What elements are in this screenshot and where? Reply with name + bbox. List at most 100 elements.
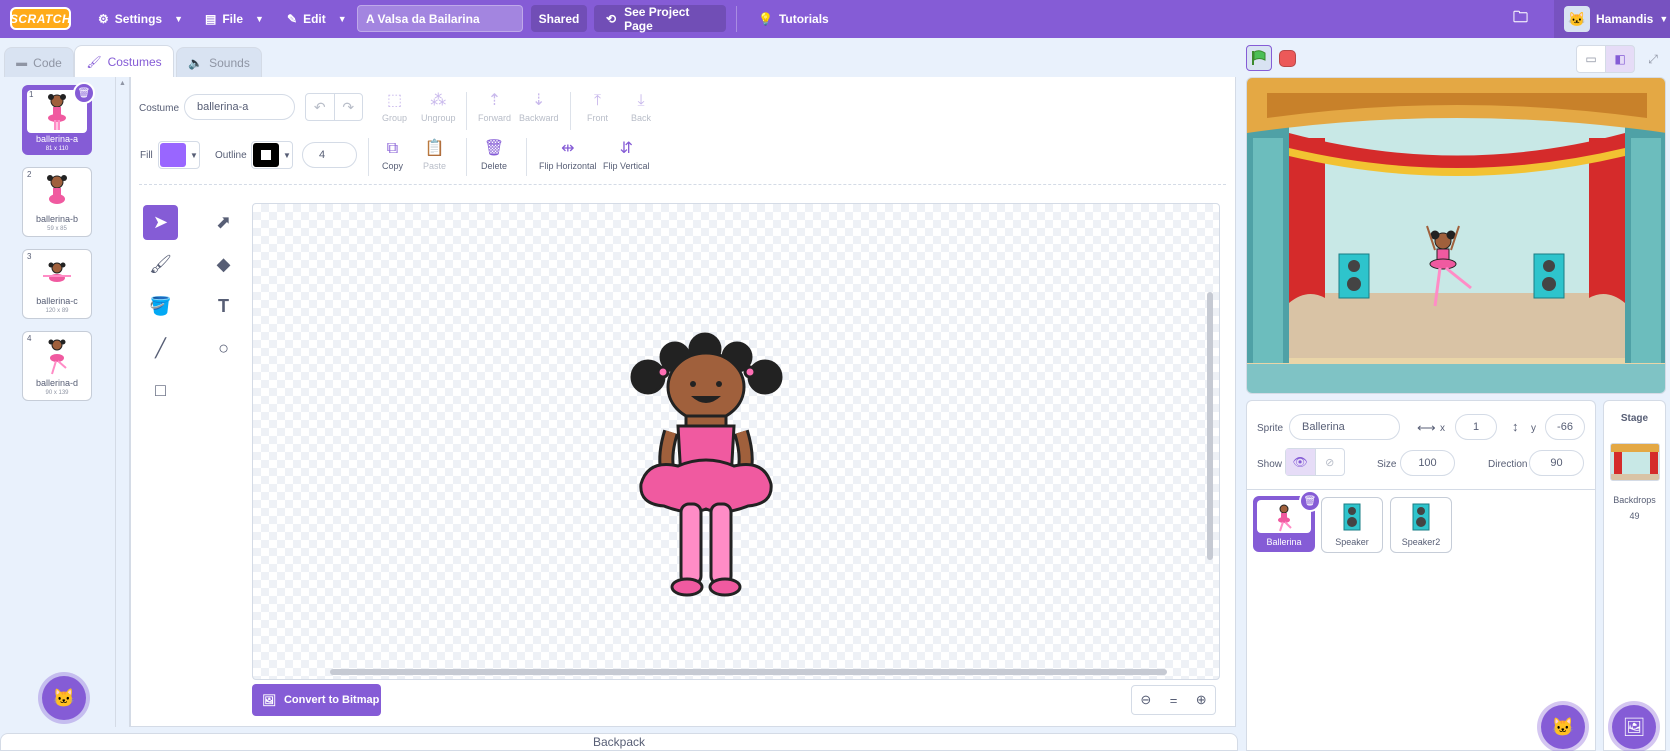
delete-label: Delete [481, 161, 508, 171]
y-input[interactable]: -66 [1545, 414, 1585, 440]
flip-horizontal-button[interactable]: ⇹ Flip Horizontal [539, 140, 597, 171]
shared-button[interactable]: Shared [531, 5, 587, 32]
sprite-tile-speaker[interactable]: Speaker [1321, 497, 1383, 553]
size-input[interactable]: 100 [1400, 450, 1455, 476]
chevron-down-icon: ▼ [255, 14, 264, 24]
costume-item-1[interactable]: 1 ballerina-a 81 x 110 🗑 [22, 82, 95, 155]
front-button[interactable]: ⤒ Front [587, 92, 608, 123]
costume-thumbnail [25, 334, 89, 377]
edit-label: Edit [303, 12, 326, 26]
paintbrush-icon: 🖌 [86, 54, 102, 69]
copy-icon: ⧉ [386, 140, 399, 157]
stage-selector-pane[interactable]: Stage Backdrops 49 [1603, 400, 1666, 751]
ballerina-costume-drawing[interactable] [253, 204, 1220, 680]
small-stage-icon: ▭ [1585, 52, 1597, 66]
x-input[interactable]: 1 [1455, 414, 1497, 440]
flip-vertical-button[interactable]: ⇵ Flip Vertical [603, 140, 650, 171]
file-menu[interactable]: ▤ File ▼ [205, 0, 264, 38]
remix-arrows-icon: ⟲ [606, 11, 617, 26]
zoom-in-icon[interactable]: ⊕ [1187, 686, 1215, 714]
flip-vertical-label: Flip Vertical [603, 161, 650, 171]
zoom-out-icon[interactable]: ⊖ [1132, 686, 1160, 714]
username: Hamandis [1596, 12, 1654, 26]
copy-button[interactable]: ⧉ Copy [382, 140, 403, 171]
sprite-name-input[interactable]: Ballerina [1289, 414, 1400, 440]
fill-color-picker[interactable]: ▼ [158, 141, 200, 169]
fullscreen-button[interactable]: ⤢ [1638, 45, 1668, 73]
sprite-info-panel: Sprite Ballerina ⟷ x 1 ↕ y -66 Show 👁 ⊘ … [1246, 400, 1596, 489]
flip-vertical-icon: ⇵ [619, 140, 633, 157]
select-tool[interactable]: ➤ [143, 205, 178, 240]
zoom-controls: ⊖ = ⊕ [1131, 685, 1216, 715]
brush-tool[interactable]: 🖌 [143, 247, 178, 282]
paste-button[interactable]: 📋 Paste [423, 140, 446, 171]
sprite-tile-speaker2[interactable]: Speaker2 [1390, 497, 1452, 553]
eraser-tool[interactable]: ◆ [206, 247, 241, 282]
ungroup-button[interactable]: ⁂ Ungroup [421, 92, 456, 123]
canvas-horizontal-scrollbar[interactable] [330, 669, 1167, 675]
tab-code[interactable]: ▬ Code [4, 47, 74, 77]
circle-icon: ○ [218, 338, 229, 358]
stage-canvas[interactable] [1246, 77, 1666, 394]
tab-sounds[interactable]: 🔈 Sounds [176, 47, 262, 77]
redo-icon[interactable]: ↷ [335, 94, 363, 120]
scratch-logo[interactable]: SCRATCH [10, 7, 71, 30]
costume-size: 59 x 85 [47, 226, 67, 232]
edit-menu[interactable]: ✎ Edit ▼ [287, 0, 347, 38]
paste-label: Paste [423, 161, 447, 171]
tutorials-button[interactable]: 💡 Tutorials [758, 0, 829, 38]
costume-name-input[interactable]: ballerina-a [184, 94, 295, 120]
backward-button[interactable]: ⇣ Backward [519, 92, 559, 123]
green-flag-button[interactable] [1246, 45, 1272, 71]
backpack[interactable]: Backpack [0, 733, 1238, 751]
choose-sprite-button[interactable]: 🐱 [1541, 705, 1585, 749]
costume-name: ballerina-a [35, 134, 79, 144]
rectangle-tool[interactable]: □ [143, 373, 178, 408]
tab-costumes-label: Costumes [107, 54, 162, 69]
show-eye-icon[interactable]: 👁 [1286, 449, 1316, 475]
tab-costumes[interactable]: 🖌 Costumes [74, 45, 174, 77]
canvas-vertical-scrollbar[interactable] [1207, 292, 1213, 560]
settings-menu[interactable]: ⚙ Settings ▼ [98, 0, 183, 38]
project-title-input[interactable]: A Valsa da Bailarina [357, 5, 523, 32]
small-stage-button[interactable]: ▭ [1576, 45, 1606, 73]
horizontal-arrows-icon: ⟷ [1417, 420, 1436, 435]
undo-icon[interactable]: ↶ [306, 94, 335, 120]
arrow-top-icon: ⤒ [593, 92, 602, 109]
copy-label: Copy [382, 161, 404, 171]
sprite-tile-ballerina[interactable]: Ballerina 🗑 [1253, 490, 1321, 552]
normal-stage-button[interactable]: ◧ [1605, 45, 1635, 73]
paint-canvas[interactable] [252, 203, 1220, 680]
forward-button[interactable]: ⇡ Forward [478, 92, 511, 123]
backdrops-label: Backdrops [1613, 495, 1656, 505]
stop-button[interactable] [1279, 50, 1296, 67]
text-tool[interactable]: T [206, 289, 241, 324]
zoom-reset-icon[interactable]: = [1160, 686, 1188, 714]
outline-color-picker[interactable]: ▼ [251, 141, 293, 169]
direction-input[interactable]: 90 [1529, 450, 1584, 476]
costume-list-scrollbar[interactable]: ▲ [116, 77, 130, 727]
my-stuff-folder-icon[interactable]: 🗀 [1513, 0, 1528, 38]
costume-item-2[interactable]: 2 ballerina-b 59 x 85 [22, 167, 92, 237]
fill-tool[interactable]: 🪣 [143, 289, 178, 324]
costume-item-3[interactable]: 3 ballerina-c 120 x 89 [22, 249, 92, 319]
cat-plus-icon: 🐱 [1551, 716, 1575, 737]
reshape-tool[interactable]: ⬈ [206, 205, 241, 240]
circle-tool[interactable]: ○ [206, 331, 241, 366]
account-menu[interactable]: 🐱 Hamandis ▼ [1554, 0, 1670, 38]
delete-sprite-button[interactable]: 🗑 [1299, 490, 1321, 512]
delete-costume-button[interactable]: 🗑 [73, 82, 95, 104]
line-tool[interactable]: ╱ [143, 331, 178, 366]
hide-eye-icon[interactable]: ⊘ [1316, 449, 1345, 475]
costume-item-4[interactable]: 4 ballerina-d 90 x 139 [22, 331, 92, 401]
see-project-page-button[interactable]: ⟲ See Project Page [594, 5, 726, 33]
convert-to-bitmap-button[interactable]: 🖼 Convert to Bitmap [252, 684, 381, 716]
costume-thumbnail [25, 170, 89, 213]
choose-backdrop-button[interactable]: 🖼 [1612, 705, 1656, 749]
delete-button[interactable]: 🗑 Delete [481, 140, 507, 171]
outline-width-input[interactable]: 4 [302, 142, 357, 168]
back-button[interactable]: ⤓ Back [631, 92, 651, 123]
group-button[interactable]: ⬚ Group [382, 92, 407, 123]
pencil-icon: ✎ [287, 12, 298, 26]
choose-costume-button[interactable]: 🐱 [42, 676, 86, 720]
